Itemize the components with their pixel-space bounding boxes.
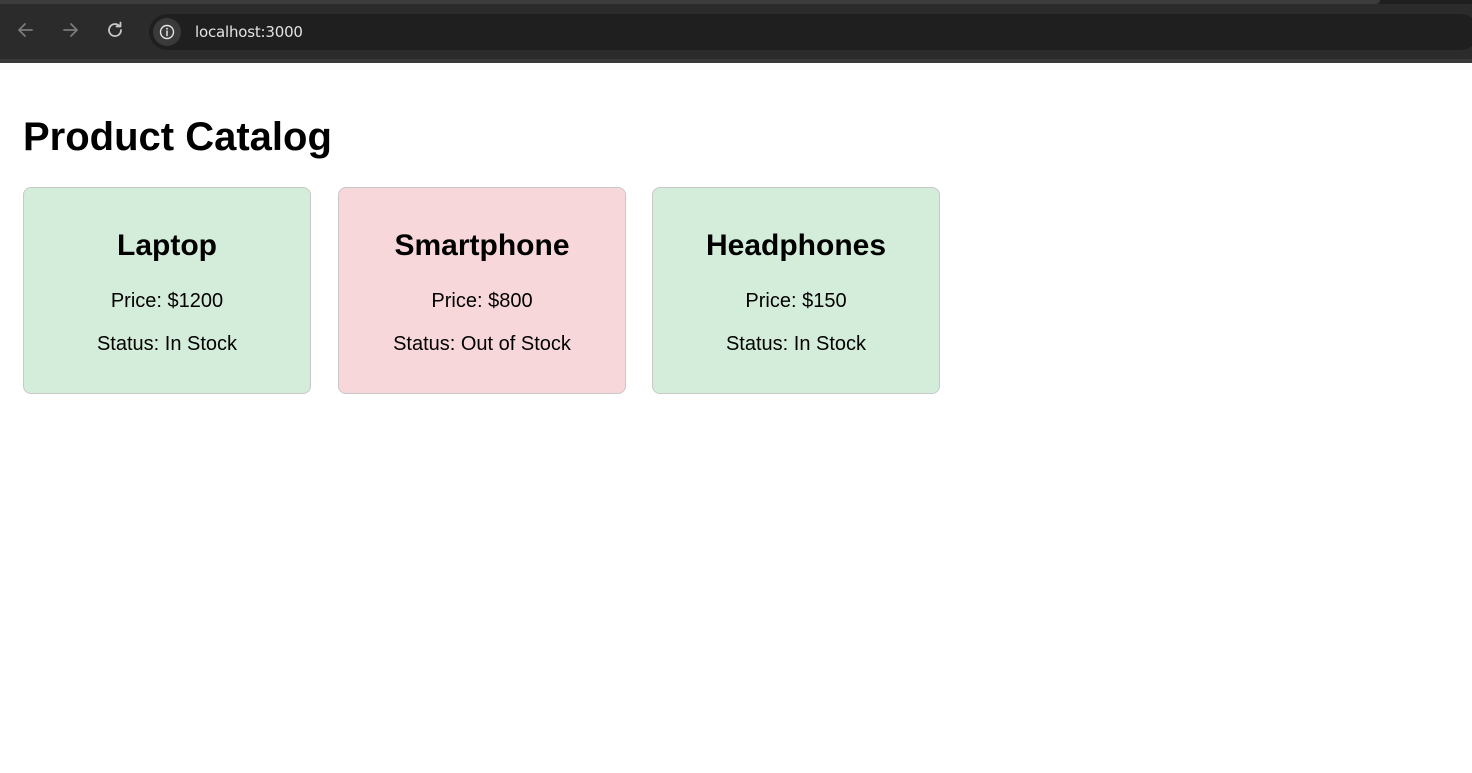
product-price: Price: $800 [431,290,533,312]
browser-chrome: localhost:3000 [0,0,1472,63]
page-title: Product Catalog [23,115,332,159]
arrow-right-icon [63,23,78,37]
product-status: Status: Out of Stock [393,333,571,355]
page-content: Product Catalog Laptop Price: $1200 Stat… [0,63,1472,773]
product-status: Status: In Stock [96,333,238,355]
product-price: Price: $1200 [110,290,224,312]
product-name: Smartphone [394,229,570,262]
site-info-button[interactable] [153,18,181,46]
info-icon [159,24,175,40]
product-card: Laptop Price: $1200 Status: In Stock [23,187,311,394]
browser-toolbar: localhost:3000 [0,4,1472,59]
reload-icon [108,21,122,37]
back-button[interactable] [14,18,38,42]
address-bar[interactable]: localhost:3000 [149,14,1472,50]
product-name: Laptop [117,229,217,262]
product-card: Smartphone Price: $800 Status: Out of St… [338,187,626,394]
url-text[interactable]: localhost:3000 [195,23,303,41]
arrow-left-icon [18,23,33,37]
reload-button[interactable] [103,18,127,42]
product-card: Headphones Price: $150 Status: In Stock [652,187,940,394]
product-status: Status: In Stock [725,333,867,355]
forward-button[interactable] [58,18,82,42]
product-price: Price: $150 [745,290,847,312]
product-name: Headphones [705,229,887,262]
